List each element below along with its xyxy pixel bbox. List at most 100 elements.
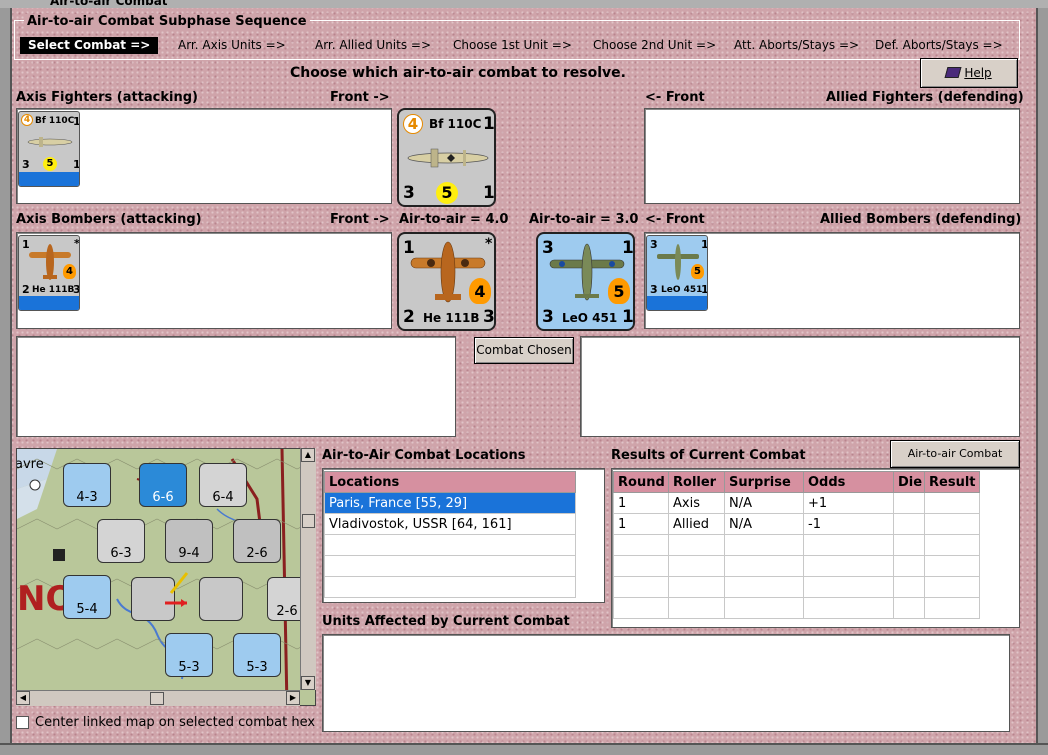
- map-unit-counter[interactable]: 6-6: [139, 463, 187, 507]
- leo451-large-bl: 3: [542, 307, 554, 327]
- help-button[interactable]: Help: [920, 58, 1018, 88]
- location-cell: [324, 576, 576, 598]
- leo451-large-mid: 5: [608, 278, 630, 304]
- map-unit-counter[interactable]: 4-3: [63, 463, 111, 507]
- map-horizontal-scrollbar[interactable]: ◀ ▶: [16, 690, 300, 706]
- he111-small-name: He 111B: [32, 285, 75, 295]
- result-cell: Allied: [668, 513, 725, 535]
- he111-small-tr: *: [74, 237, 80, 250]
- result-cell: [668, 576, 725, 598]
- allied-fighters-label: Allied Fighters (defending): [826, 90, 1024, 105]
- map-city-label: avre: [16, 457, 44, 472]
- units-affected-panel: [322, 634, 1010, 732]
- col-round: Round: [613, 471, 669, 493]
- location-cell: Vladivostok, USSR [64, 161]: [324, 513, 576, 535]
- result-cell: [893, 597, 925, 619]
- he111-large-name: He 111B: [423, 311, 480, 325]
- location-row[interactable]: [324, 555, 576, 577]
- scroll-down-icon[interactable]: ▼: [301, 676, 315, 690]
- step-def-aborts: Def. Aborts/Stays =>: [875, 38, 1003, 52]
- location-row[interactable]: Vladivostok, USSR [64, 161]: [324, 513, 576, 535]
- leo451-small-name: LeO 451: [661, 285, 703, 295]
- allied-combat-info-panel: [580, 336, 1020, 437]
- axis-fighters-panel[interactable]: 4 Bf 110C 1 3 5 1: [16, 108, 392, 204]
- col-surprise: Surprise: [724, 471, 804, 493]
- map-air-counter[interactable]: [199, 577, 243, 621]
- book-icon: [944, 67, 962, 78]
- he111-small-bl: 2: [22, 283, 30, 296]
- allied-bombers-front-label: <- Front: [645, 212, 705, 227]
- vertical-scroll-thumb[interactable]: [302, 514, 315, 528]
- map-unit-counter[interactable]: 6-3: [97, 519, 145, 563]
- step-select-combat: Select Combat =>: [20, 37, 159, 54]
- center-map-checkbox[interactable]: [16, 716, 29, 729]
- leo451-small-mid: 5: [691, 264, 704, 279]
- map-unit-counter[interactable]: 9-4: [165, 519, 213, 563]
- he111-small-br: 3: [73, 283, 80, 296]
- unit-strength: 6-6: [152, 490, 174, 505]
- map-unit-counter[interactable]: 5-3: [233, 633, 281, 677]
- result-cell: N/A: [724, 513, 804, 535]
- leo451-small-counter[interactable]: 3 1 5 3 LeO 451 1: [646, 235, 708, 311]
- he111-small-counter[interactable]: 1 * 4 2 He 111B 3: [18, 235, 80, 311]
- map-unit-counter[interactable]: 6-4: [199, 463, 247, 507]
- location-row[interactable]: Paris, France [55, 29]: [324, 492, 576, 514]
- map-unit-counter[interactable]: 5-4: [63, 575, 111, 619]
- result-cell: [668, 555, 725, 577]
- location-row[interactable]: [324, 534, 576, 556]
- linked-map[interactable]: avre NO 4-3 6-6 6-4 6-3 9-4 2-6 5-4 5-3 …: [16, 448, 316, 706]
- result-cell: [803, 576, 894, 598]
- result-row: [613, 534, 980, 556]
- bf110-large-br: 1: [483, 183, 495, 203]
- unit-strength: 6-3: [110, 546, 132, 561]
- leo451-large-counter[interactable]: 3 1 5 3 LeO 451 1: [536, 232, 635, 331]
- map-unit-counter[interactable]: 5-3: [165, 633, 213, 677]
- bf110-large-counter[interactable]: 4 Bf 110C 1 3 5 1: [397, 108, 496, 207]
- results-title: Results of Current Combat: [611, 448, 806, 463]
- axis-bombers-label: Axis Bombers (attacking): [16, 212, 202, 227]
- locations-list[interactable]: Locations Paris, France [55, 29] Vladivo…: [322, 468, 605, 603]
- title-bar: Air-to-air Combat: [0, 0, 1048, 8]
- result-cell: [613, 597, 669, 619]
- axis-a2a-label: Air-to-air = 4.0: [399, 212, 509, 227]
- bf110-plane-icon: [27, 137, 73, 147]
- leo451-small-tr: 1: [701, 238, 708, 251]
- scroll-left-icon[interactable]: ◀: [16, 691, 30, 705]
- result-row: [613, 597, 980, 619]
- result-cell: [893, 555, 925, 577]
- unit-strength: 4-3: [76, 490, 98, 505]
- allied-bombers-panel[interactable]: 3 1 5 3 LeO 451 1: [644, 232, 1020, 329]
- unit-strength: 5-4: [76, 602, 98, 617]
- col-die: Die: [893, 471, 925, 493]
- air-combat-chart-button[interactable]: Air-to-air Combat Chart: [890, 440, 1020, 486]
- scroll-right-icon[interactable]: ▶: [286, 691, 300, 705]
- he111-large-counter[interactable]: 1 * 4 2 He 111B 3: [397, 232, 496, 331]
- leo451-large-name: LeO 451: [562, 311, 618, 325]
- step-arr-allied: Arr. Allied Units =>: [315, 38, 432, 52]
- scroll-up-icon[interactable]: ▲: [301, 448, 315, 462]
- result-cell: [893, 492, 925, 514]
- selection-bar: [19, 296, 79, 310]
- result-cell: [724, 555, 804, 577]
- map-vertical-scrollbar[interactable]: ▲ ▼: [300, 448, 316, 690]
- bf110-small-name: Bf 110C: [35, 116, 75, 126]
- allied-fighters-front-label: <- Front: [645, 90, 705, 105]
- location-row[interactable]: [324, 576, 576, 598]
- result-cell: [924, 597, 980, 619]
- combat-chosen-button[interactable]: Combat Chosen: [474, 337, 574, 364]
- window-title: Air-to-air Combat: [50, 0, 168, 8]
- allied-a2a-label: Air-to-air = 3.0: [529, 212, 639, 227]
- result-row: 1 Allied N/A -1: [613, 513, 980, 535]
- selection-bar: [647, 296, 707, 310]
- map-unit-counter[interactable]: 2-6: [233, 519, 281, 563]
- allied-fighters-panel[interactable]: [644, 108, 1020, 204]
- horizontal-scroll-thumb[interactable]: [150, 692, 164, 705]
- result-cell: [893, 576, 925, 598]
- result-cell: [668, 534, 725, 556]
- axis-bombers-panel[interactable]: 1 * 4 2 He 111B 3: [16, 232, 392, 329]
- result-cell: [724, 597, 804, 619]
- bf110-small-counter[interactable]: 4 Bf 110C 1 3 5 1: [18, 111, 80, 187]
- result-cell: N/A: [724, 492, 804, 514]
- result-cell: [924, 492, 980, 514]
- axis-combat-info-panel: [16, 336, 456, 437]
